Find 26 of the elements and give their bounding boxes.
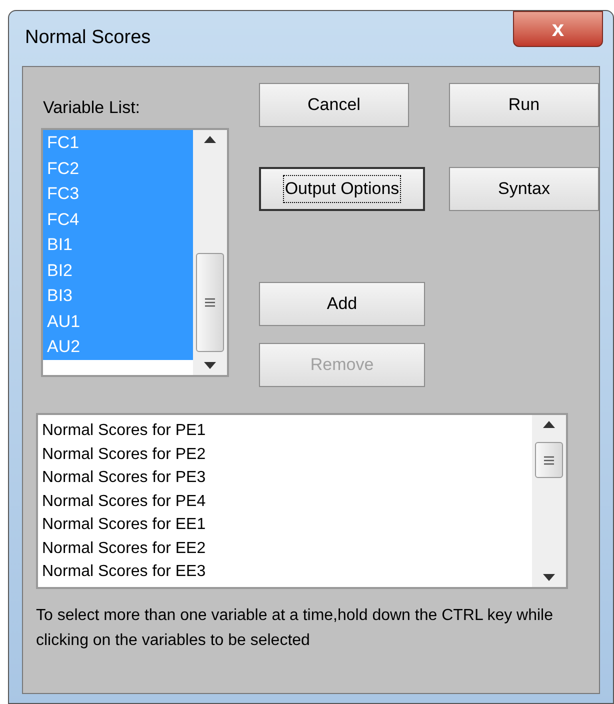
scrollbar[interactable] — [193, 130, 227, 375]
output-item[interactable]: Normal Scores for EE2 — [42, 536, 532, 560]
output-item[interactable]: Normal Scores for EE3 — [42, 560, 532, 584]
output-item[interactable]: Normal Scores for PE4 — [42, 490, 532, 513]
output-item[interactable]: Normal Scores for PE3 — [42, 466, 532, 490]
output-item[interactable]: Normal Scores for PE2 — [42, 442, 532, 466]
scroll-down-icon[interactable] — [204, 362, 216, 369]
scroll-down-icon[interactable] — [543, 574, 555, 581]
grip-icon — [205, 298, 215, 307]
add-button[interactable]: Add — [259, 282, 425, 326]
grip-icon — [544, 456, 554, 464]
window-title: Normal Scores — [25, 26, 151, 50]
output-item[interactable]: Normal Scores for PE1 — [42, 419, 532, 442]
output-item[interactable]: Normal Scores for EE1 — [42, 513, 532, 536]
output-listbox[interactable]: Normal Scores for PE1 Normal Scores for PE2 Normal Scores for PE3 Normal Scores for PE4 Normal Scores for EE1 Normal Scores for EE2 Normal Scores for EE3 — [36, 413, 568, 589]
scroll-thumb[interactable] — [196, 253, 224, 352]
scroll-up-icon[interactable] — [543, 421, 555, 428]
variable-list-label: Variable List: — [43, 97, 142, 119]
run-button[interactable]: Run — [449, 83, 599, 127]
scroll-up-icon[interactable] — [204, 136, 216, 143]
scroll-thumb[interactable] — [535, 442, 563, 478]
cancel-button[interactable]: Cancel — [259, 83, 409, 127]
syntax-button[interactable]: Syntax — [449, 167, 599, 211]
output-options-button[interactable]: Output Options — [259, 167, 425, 211]
hint-text: To select more than one variable at a time,hold down the CTRL key while clicking on the variables to be selected — [36, 606, 554, 651]
scrollbar[interactable] — [532, 415, 566, 587]
